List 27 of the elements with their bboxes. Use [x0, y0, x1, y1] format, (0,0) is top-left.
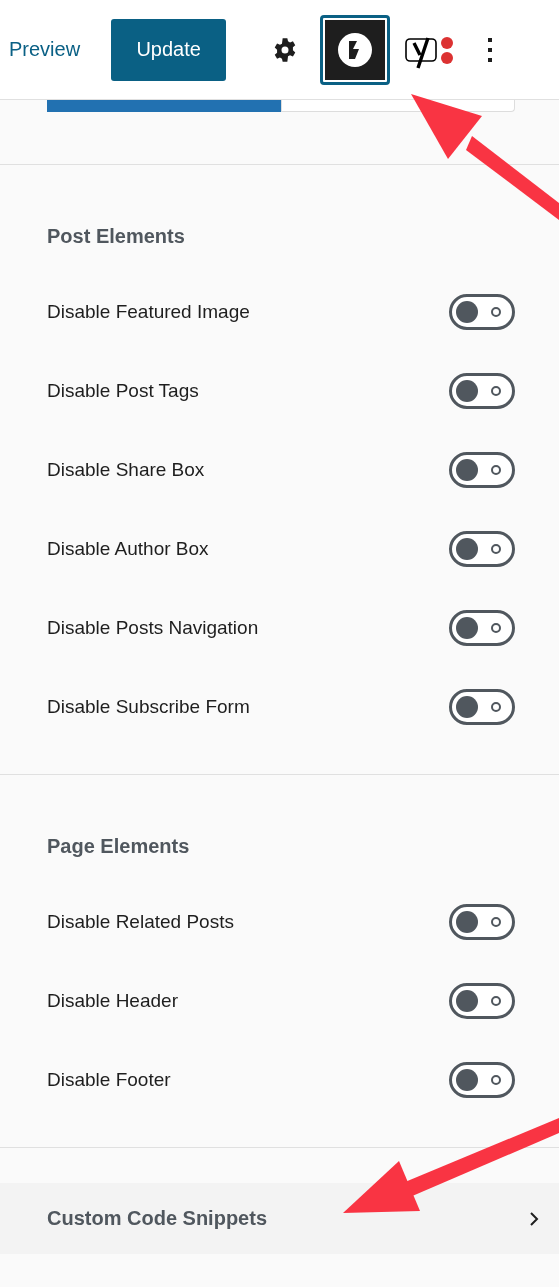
toggle-switch[interactable]: [449, 609, 515, 646]
toggle-switch[interactable]: [449, 1061, 515, 1098]
update-button[interactable]: Update: [111, 18, 227, 81]
plugin-button[interactable]: [320, 14, 391, 85]
toggle-switch[interactable]: [449, 982, 515, 1019]
toggle-label: Disable Posts Navigation: [47, 616, 259, 639]
toggle-label: Disable Share Box: [47, 458, 205, 481]
toggle-switch[interactable]: [449, 372, 515, 409]
toggle-switch[interactable]: [449, 530, 515, 567]
toggle-switch[interactable]: [449, 688, 515, 725]
toggle-switch[interactable]: [449, 903, 515, 940]
logo-icon: [337, 31, 374, 68]
section-heading: Page Elements: [47, 834, 191, 859]
preview-link[interactable]: Preview: [9, 38, 81, 61]
toggle-label: Disable Author Box: [47, 537, 209, 560]
more-options-icon[interactable]: [487, 36, 494, 63]
toggle-label: Disable Featured Image: [47, 300, 250, 323]
toggle-label: Disable Footer: [47, 1068, 171, 1091]
custom-code-snippets-item[interactable]: Custom Code Snippets: [0, 1183, 559, 1254]
section-heading: Post Elements: [47, 224, 186, 249]
toggle-switch[interactable]: [449, 293, 515, 330]
toggle-label: Disable Header: [47, 989, 178, 1012]
toggle-label: Disable Subscribe Form: [47, 695, 250, 718]
toggle-label: Disable Post Tags: [47, 379, 199, 402]
toggle-label: Disable Related Posts: [47, 910, 234, 933]
toggle-switch[interactable]: [449, 451, 515, 488]
chevron-right-icon: [529, 1210, 539, 1227]
